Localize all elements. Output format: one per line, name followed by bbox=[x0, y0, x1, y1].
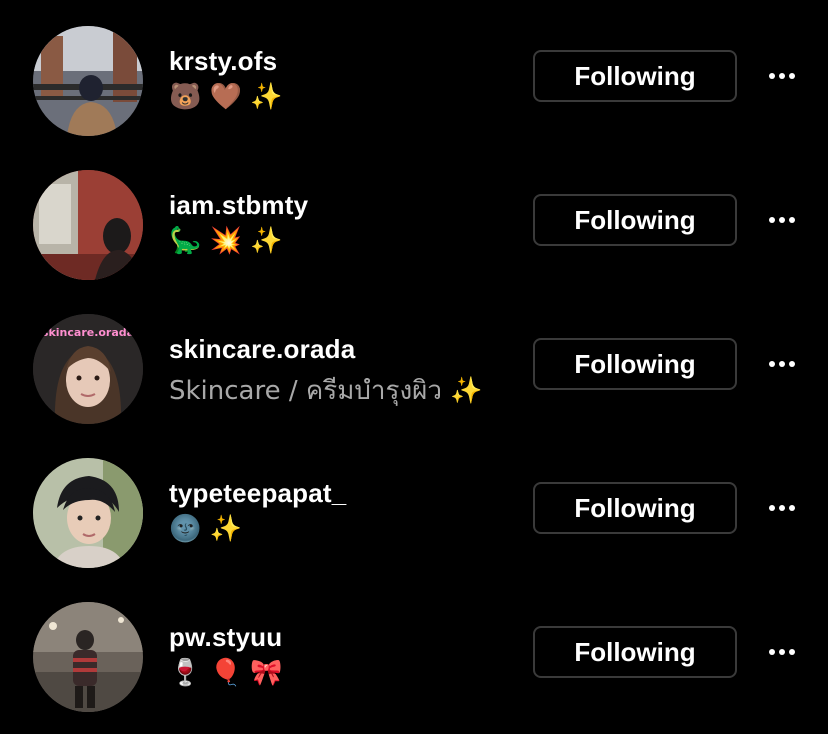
user-bio: 🦕 💥 ✨ bbox=[169, 226, 283, 256]
more-horizontal-icon[interactable] bbox=[764, 352, 800, 376]
list-item[interactable]: pw.styuu 🍷 🎈 🎀 Following bbox=[0, 572, 828, 716]
avatar[interactable] bbox=[33, 26, 143, 136]
avatar[interactable] bbox=[33, 602, 143, 712]
list-item[interactable]: krsty.ofs 🐻 🤎 ✨ Following bbox=[0, 0, 828, 140]
avatar[interactable] bbox=[33, 458, 143, 568]
avatar-photo bbox=[33, 602, 143, 712]
username[interactable]: skincare.orada bbox=[169, 334, 355, 365]
user-bio: 🌚 ✨ bbox=[169, 514, 243, 544]
user-bio: 🐻 🤎 ✨ bbox=[169, 82, 283, 112]
user-bio: 🍷 🎈 🎀 bbox=[169, 658, 283, 688]
list-item[interactable]: typeteepapat_ 🌚 ✨ Following bbox=[0, 428, 828, 572]
list-item[interactable]: ♡skincare.orada♡ skincare.orada Skincare… bbox=[0, 284, 828, 428]
avatar[interactable]: ♡skincare.orada♡ bbox=[33, 314, 143, 424]
list-item[interactable]: iam.stbmty 🦕 💥 ✨ Following bbox=[0, 140, 828, 284]
following-list: krsty.ofs 🐻 🤎 ✨ Following iam.stbmty 🦕 💥… bbox=[0, 0, 828, 734]
more-horizontal-icon[interactable] bbox=[764, 640, 800, 664]
more-horizontal-icon[interactable] bbox=[764, 496, 800, 520]
avatar-photo bbox=[33, 458, 143, 568]
user-bio: Skincare / ครีมบำรุงผิว ✨ bbox=[169, 376, 483, 406]
following-button[interactable]: Following bbox=[533, 50, 737, 102]
avatar[interactable] bbox=[33, 170, 143, 280]
more-horizontal-icon[interactable] bbox=[764, 208, 800, 232]
username[interactable]: typeteepapat_ bbox=[169, 478, 346, 509]
username[interactable]: krsty.ofs bbox=[169, 46, 277, 77]
avatar-photo: ♡skincare.orada♡ bbox=[33, 314, 143, 424]
following-button[interactable]: Following bbox=[533, 626, 737, 678]
more-horizontal-icon[interactable] bbox=[764, 64, 800, 88]
username[interactable]: iam.stbmty bbox=[169, 190, 308, 221]
following-button[interactable]: Following bbox=[533, 338, 737, 390]
avatar-photo bbox=[33, 26, 143, 136]
username[interactable]: pw.styuu bbox=[169, 622, 282, 653]
following-button[interactable]: Following bbox=[533, 194, 737, 246]
svg-text:♡skincare.orada♡: ♡skincare.orada♡ bbox=[33, 326, 143, 339]
avatar-photo bbox=[33, 170, 143, 280]
following-button[interactable]: Following bbox=[533, 482, 737, 534]
